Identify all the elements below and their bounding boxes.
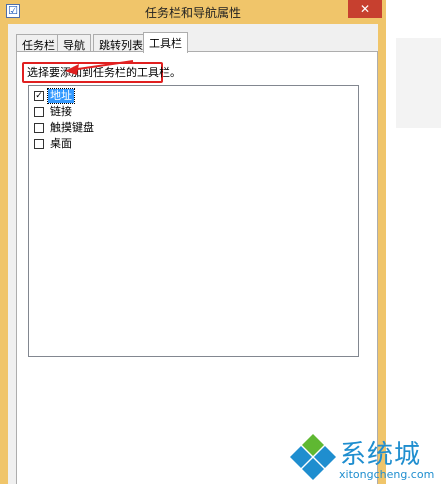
list-item-label: 桌面	[50, 137, 72, 150]
list-item-label: 触摸键盘	[50, 121, 94, 134]
title-bar[interactable]: ☑ 任务栏和导航属性 ✕	[0, 0, 386, 24]
address-checkbox[interactable]: ✓	[34, 91, 44, 101]
list-item-label: 链接	[50, 105, 72, 118]
xitongcheng-logo-icon	[290, 434, 336, 480]
watermark-name: 系统城	[340, 440, 422, 470]
toolbars-listbox[interactable]: ✓ 地址 链接 触摸键盘 桌面	[28, 85, 359, 357]
touch-keyboard-checkbox[interactable]	[34, 123, 44, 133]
window-title: 任务栏和导航属性	[144, 6, 241, 20]
toolbars-panel: 选择要添加到任务栏的工具栏。 ✓ 地址 链接 触摸键盘 桌面	[16, 51, 378, 484]
watermark-url: xitongcheng.com	[339, 468, 435, 481]
list-item-label: 地址	[47, 88, 75, 104]
tab-taskbar[interactable]: 任务栏	[16, 34, 61, 52]
watermark: 系统城 xitongcheng.com	[288, 432, 441, 484]
annotation-arrow	[65, 60, 134, 75]
desktop-checkbox[interactable]	[34, 139, 44, 149]
tab-jump-lists[interactable]: 跳转列表	[93, 34, 149, 52]
background-area	[386, 0, 441, 484]
links-checkbox[interactable]	[34, 107, 44, 117]
tab-navigation[interactable]: 导航	[57, 34, 91, 52]
dialog-client-area: 任务栏 导航 跳转列表 工具栏 选择要添加到任务栏的工具栏。 ✓ 地址 链接 触…	[8, 24, 378, 484]
tab-toolbars[interactable]: 工具栏	[143, 32, 188, 53]
close-button[interactable]: ✕	[348, 0, 382, 18]
background-strip	[396, 38, 441, 128]
